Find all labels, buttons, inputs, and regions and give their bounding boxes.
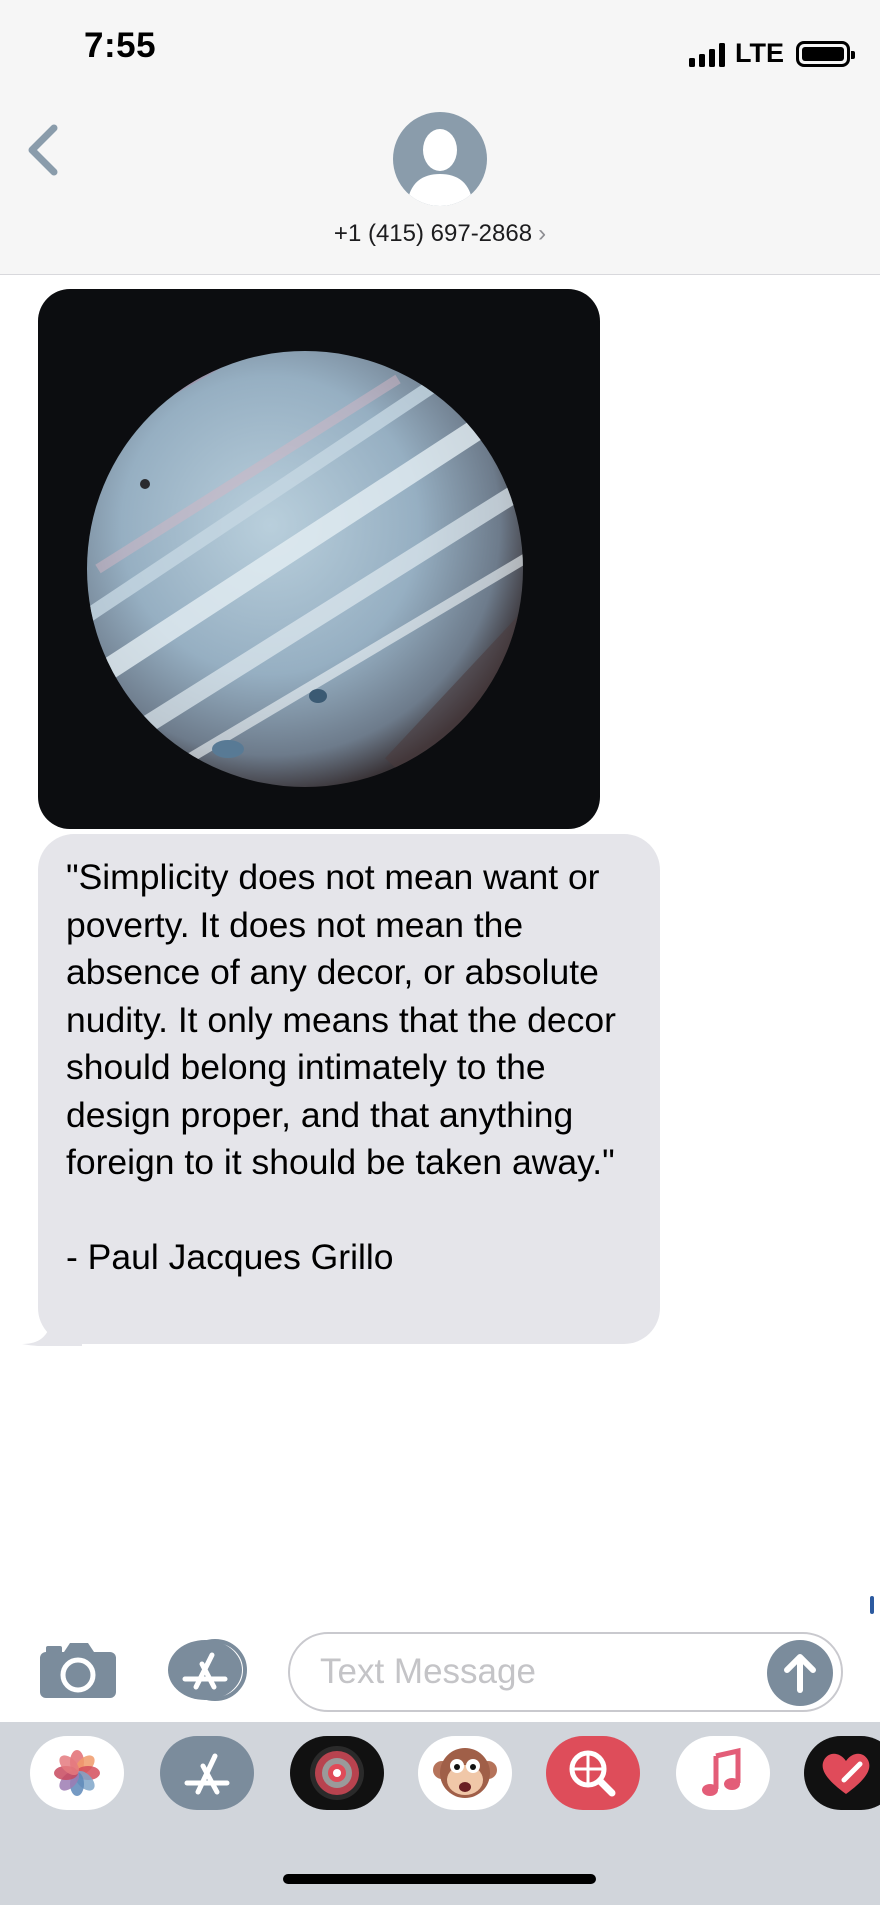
person-icon (407, 129, 473, 206)
flower-icon (54, 1750, 100, 1796)
message-text: "Simplicity does not mean want or povert… (66, 857, 616, 1277)
monkey-face-icon (433, 1748, 497, 1798)
heart-app-icon[interactable] (804, 1736, 880, 1810)
target-icon (310, 1746, 364, 1800)
music-note-icon (702, 1747, 741, 1796)
camera-effects-app-icon[interactable] (290, 1736, 384, 1810)
bubble-tail (22, 1300, 82, 1346)
arrow-up-icon (784, 1654, 816, 1693)
network-type: LTE (735, 38, 784, 68)
status-time: 7:55 (84, 26, 157, 65)
send-button[interactable] (767, 1640, 833, 1706)
conversation-header: 7:55 LTE +1 (415) 697-2868 › (0, 0, 880, 275)
chevron-right-icon: › (538, 220, 547, 247)
contact-name[interactable]: +1 (415) 697-2868 › (0, 220, 880, 248)
photos-app-icon[interactable] (30, 1736, 124, 1810)
message-input[interactable] (320, 1634, 760, 1710)
app-store-app-icon[interactable] (160, 1736, 254, 1810)
search-app-icon[interactable] (546, 1736, 640, 1810)
music-app-icon[interactable] (676, 1736, 770, 1810)
home-indicator[interactable] (283, 1874, 596, 1884)
back-chevron-icon[interactable] (24, 120, 64, 180)
app-store-glyph-icon (184, 1753, 230, 1795)
planet-photo-icon (87, 351, 523, 787)
globe-search-icon (569, 1750, 616, 1797)
heart-icon (822, 1753, 870, 1794)
message-input-field[interactable] (288, 1632, 843, 1712)
received-message-bubble[interactable]: "Simplicity does not mean want or povert… (38, 834, 660, 1344)
battery-icon (796, 40, 855, 67)
camera-icon[interactable] (38, 1640, 118, 1700)
app-store-icon[interactable] (163, 1639, 249, 1701)
signal-icon (689, 41, 725, 67)
image-message[interactable] (38, 289, 600, 829)
status-indicators: LTE (689, 38, 855, 69)
animoji-app-icon[interactable] (418, 1736, 512, 1810)
scroll-indicator[interactable] (870, 1596, 874, 1614)
contact-avatar[interactable] (393, 112, 487, 206)
contact-number: +1 (415) 697-2868 (333, 220, 533, 247)
